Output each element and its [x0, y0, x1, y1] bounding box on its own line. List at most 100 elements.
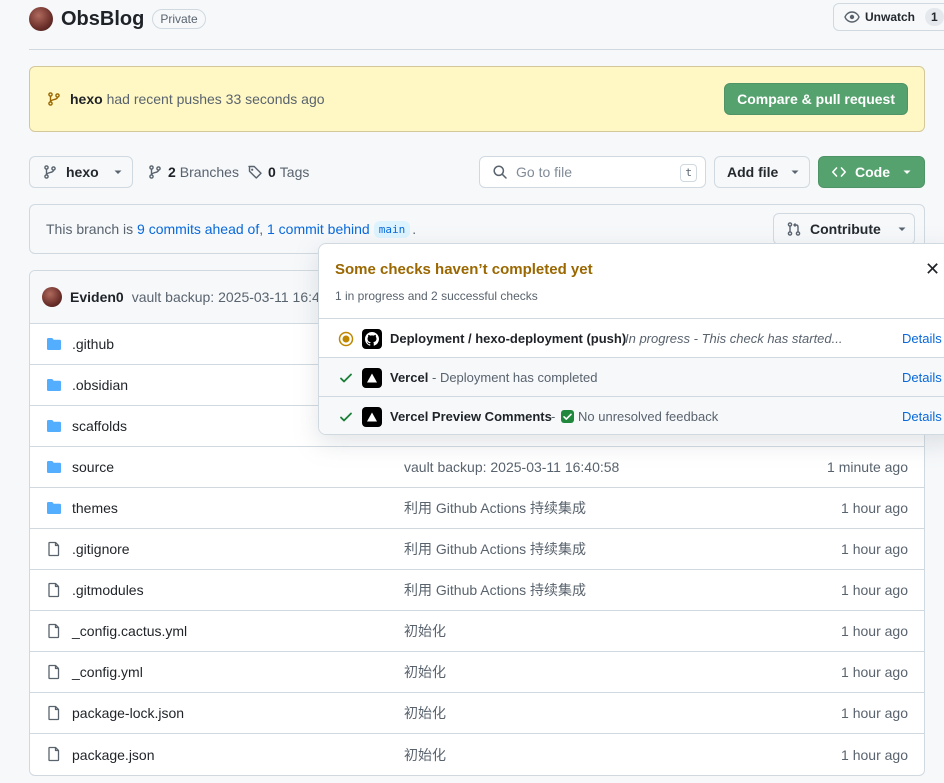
base-branch-chip[interactable]: main: [373, 220, 411, 238]
file-name-link[interactable]: .obsidian: [72, 377, 128, 393]
go-to-file-box: t: [479, 156, 706, 188]
check-success-icon: [338, 370, 354, 386]
code-label: Code: [855, 164, 890, 180]
branch-info-suffix: .: [412, 221, 417, 237]
commits-ahead-link[interactable]: 9 commits ahead of: [137, 221, 259, 237]
file-name-link[interactable]: .github: [72, 336, 114, 352]
file-icon: [46, 623, 62, 642]
caret-down-icon: [903, 170, 911, 174]
file-commit-time: 1 hour ago: [841, 623, 908, 639]
checks-title: Some checks haven’t completed yet: [335, 261, 593, 278]
file-commit-time: 1 hour ago: [841, 705, 908, 721]
check-description: In progress - This check has started...: [625, 331, 843, 346]
compare-pull-request-button[interactable]: Compare & pull request: [724, 83, 908, 115]
file-commit-message[interactable]: 利用 Github Actions 持续集成: [404, 498, 586, 518]
file-row[interactable]: _config.cactus.yml 初始化 1 hour ago: [30, 611, 924, 652]
file-commit-message[interactable]: 初始化: [404, 745, 446, 765]
file-row[interactable]: package-lock.json 初始化 1 hour ago: [30, 693, 924, 734]
file-row[interactable]: .gitmodules 利用 Github Actions 持续集成 1 hour …: [30, 570, 924, 611]
file-name-link[interactable]: source: [72, 459, 114, 475]
go-to-file-input[interactable]: [516, 164, 666, 180]
search-icon: [493, 165, 507, 179]
check-details-link[interactable]: Details: [902, 409, 942, 424]
file-name-link[interactable]: scaffolds: [72, 418, 127, 434]
file-name-link[interactable]: package-lock.json: [72, 705, 184, 721]
go-to-file-shortcut: t: [680, 164, 697, 182]
file-row[interactable]: themes 利用 Github Actions 持续集成 1 hour ago: [30, 488, 924, 529]
file-commit-time: 1 minute ago: [827, 459, 908, 475]
recent-push-banner: hexo had recent pushes 33 seconds ago Co…: [29, 66, 925, 132]
repo-name[interactable]: ObsBlog: [61, 8, 144, 31]
check-row: Deployment / hexo-deployment (push) In p…: [319, 318, 944, 358]
caret-down-icon: [114, 170, 122, 174]
add-file-button[interactable]: Add file: [714, 156, 810, 188]
file-name-link[interactable]: package.json: [72, 747, 155, 763]
check-name[interactable]: Deployment / hexo-deployment (push): [390, 331, 626, 346]
contribute-button[interactable]: Contribute: [773, 213, 915, 245]
tags-label: Tags: [279, 164, 310, 180]
file-row[interactable]: source vault backup: 2025-03-11 16:40:58 1…: [30, 447, 924, 488]
branch-icon: [48, 92, 60, 106]
file-icon: [46, 746, 62, 765]
owner-avatar[interactable]: [29, 7, 53, 31]
commits-behind-link[interactable]: 1 commit behind: [267, 221, 370, 237]
file-commit-time: 1 hour ago: [841, 746, 908, 763]
file-name-link[interactable]: themes: [72, 500, 118, 516]
file-name-link[interactable]: _config.yml: [72, 664, 143, 680]
push-branch[interactable]: hexo: [70, 91, 103, 107]
code-icon: [832, 167, 846, 177]
add-file-label: Add file: [727, 164, 779, 180]
folder-icon: [46, 459, 62, 478]
check-details-link[interactable]: Details: [902, 370, 942, 385]
tags-count: 0: [268, 164, 276, 180]
check-description-text: No unresolved feedback: [578, 409, 719, 424]
folder-icon: [46, 500, 62, 519]
file-icon: [46, 664, 62, 683]
check-row: Vercel - Deployment has completed Detail…: [319, 357, 944, 397]
eye-icon: [844, 11, 860, 23]
branches-count: 2: [168, 164, 176, 180]
close-icon[interactable]: ✕: [925, 260, 940, 278]
in-progress-icon: [338, 331, 354, 347]
checks-popover: Some checks haven’t completed yet 1 in p…: [318, 243, 944, 435]
visibility-badge: Private: [152, 9, 206, 29]
check-details-link[interactable]: Details: [902, 331, 942, 346]
code-button[interactable]: Code: [818, 156, 925, 188]
file-row[interactable]: _config.yml 初始化 1 hour ago: [30, 652, 924, 693]
push-text: had recent pushes 33 seconds ago: [106, 91, 325, 107]
file-name-link[interactable]: .gitignore: [72, 541, 130, 557]
file-name-link[interactable]: .gitmodules: [72, 582, 144, 598]
file-commit-message[interactable]: 初始化: [404, 662, 446, 682]
file-commit-message[interactable]: 初始化: [404, 703, 446, 723]
contribute-label: Contribute: [810, 221, 881, 237]
branch-icon: [149, 165, 161, 179]
file-row[interactable]: package.json 初始化 1 hour ago: [30, 734, 924, 775]
check-name[interactable]: Vercel Preview Comments: [390, 409, 552, 424]
tags-link[interactable]: 0 Tags: [247, 156, 309, 188]
branches-label: Branches: [179, 164, 239, 180]
branch-select-button[interactable]: hexo: [29, 156, 133, 188]
folder-icon: [46, 336, 62, 355]
author-avatar[interactable]: [42, 287, 62, 307]
file-commit-time: 1 hour ago: [841, 500, 908, 516]
file-commit-message[interactable]: 利用 Github Actions 持续集成: [404, 580, 586, 600]
check-name[interactable]: Vercel: [390, 370, 428, 385]
file-name-link[interactable]: _config.cactus.yml: [72, 623, 187, 639]
file-commit-message[interactable]: 初始化: [404, 621, 446, 641]
github-logo-icon: [362, 329, 382, 349]
file-commit-time: 1 hour ago: [841, 664, 908, 680]
file-commit-message[interactable]: vault backup: 2025-03-11 16:40:58: [404, 459, 619, 475]
push-message: hexo had recent pushes 33 seconds ago: [70, 91, 325, 107]
file-row[interactable]: .gitignore 利用 Github Actions 持续集成 1 hour a…: [30, 529, 924, 570]
branches-link[interactable]: 2 Branches: [147, 156, 239, 188]
folder-icon: [46, 377, 62, 396]
unwatch-button[interactable]: Unwatch 1: [833, 3, 944, 31]
file-icon: [46, 541, 62, 560]
vercel-logo-icon: [362, 407, 382, 427]
commit-message[interactable]: vault backup: 2025-03-11 16:40:58: [132, 289, 347, 305]
commit-author[interactable]: Eviden0: [70, 289, 124, 305]
branch-icon: [44, 165, 56, 179]
check-success-icon: [338, 409, 354, 425]
file-commit-message[interactable]: 利用 Github Actions 持续集成: [404, 539, 586, 559]
caret-down-icon: [898, 227, 906, 231]
